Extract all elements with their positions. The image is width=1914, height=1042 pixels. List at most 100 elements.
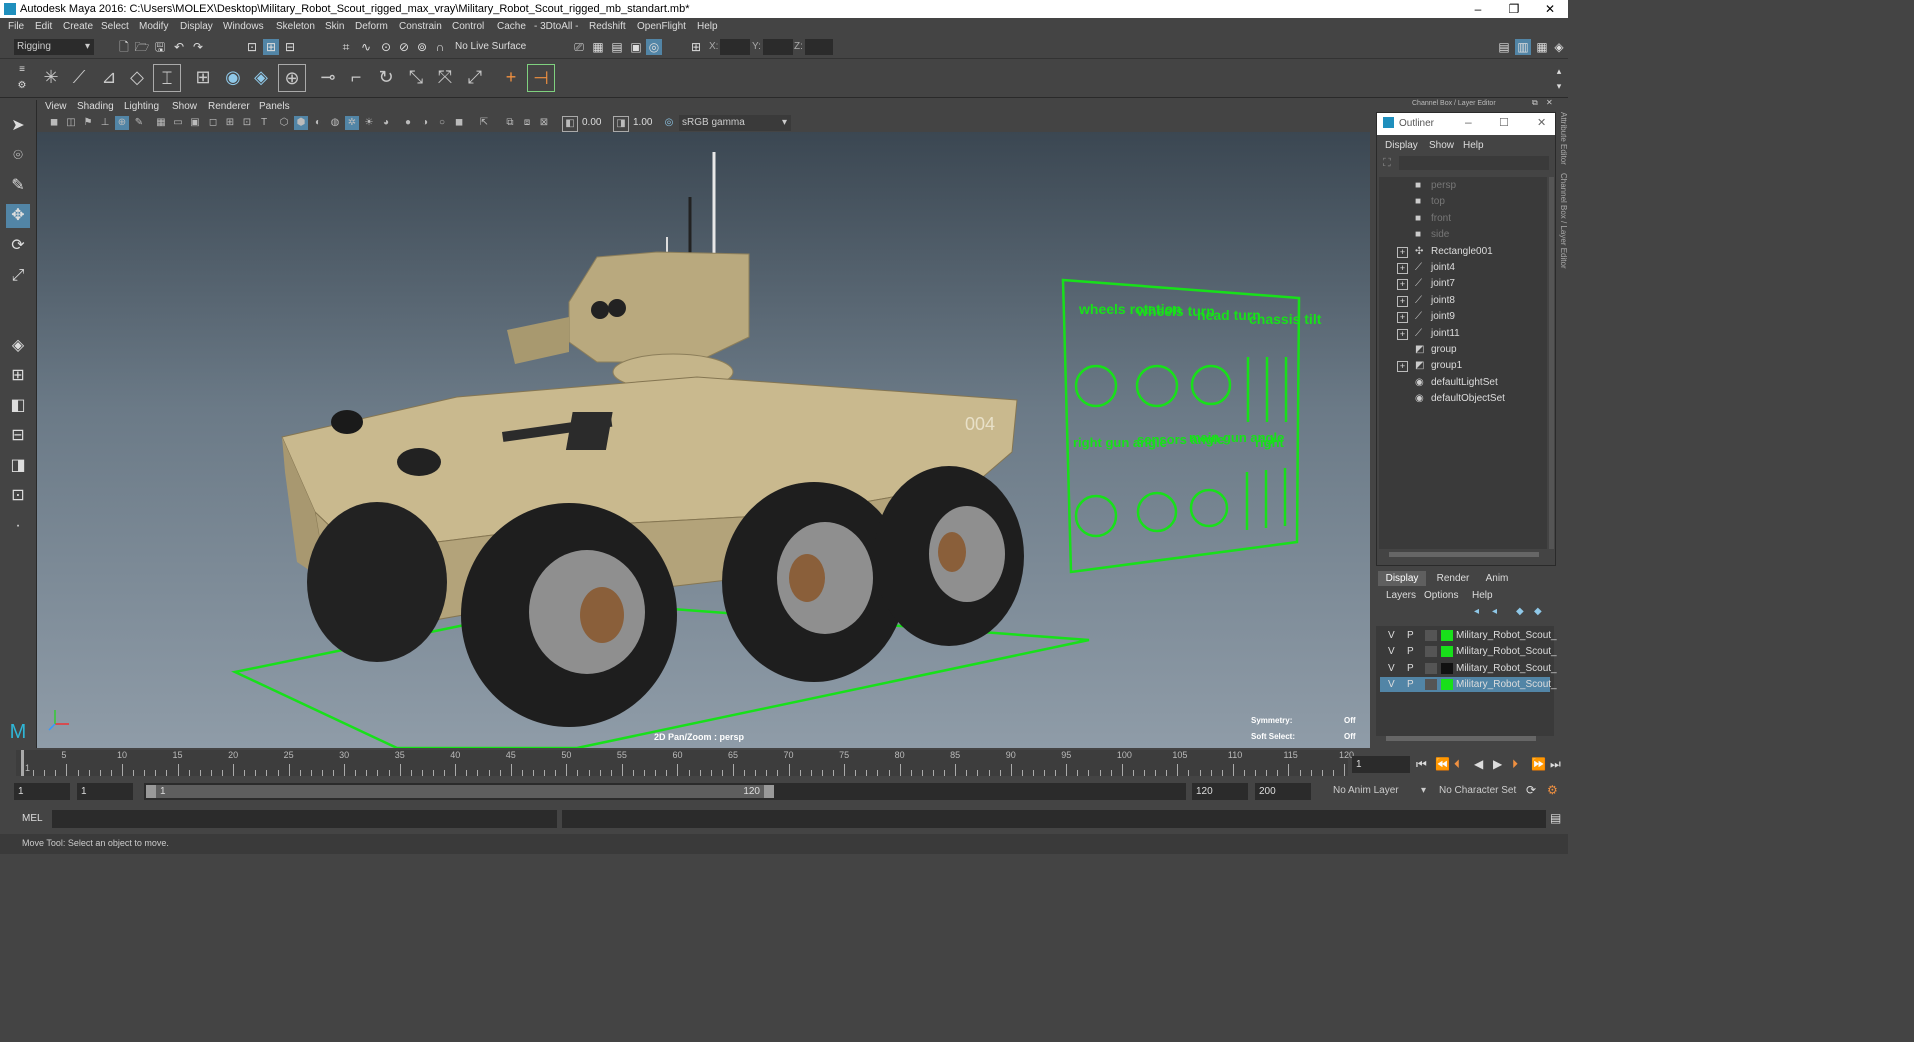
exposure-icon[interactable]: ◧ xyxy=(562,116,578,132)
outliner-item[interactable]: ■ top xyxy=(1379,194,1549,210)
persp-graph-layout-icon[interactable]: ⊟ xyxy=(6,424,30,448)
workspace-icon[interactable]: ▤ xyxy=(1496,39,1512,55)
outliner-maximize-button[interactable]: ☐ xyxy=(1499,116,1509,129)
cluster-icon[interactable]: ◉ xyxy=(220,64,246,90)
ik-handle-icon[interactable]: ⟋ xyxy=(66,64,92,90)
expand-icon[interactable]: + xyxy=(1397,312,1408,324)
animation-prefs-icon[interactable]: ⚙ xyxy=(1547,783,1558,797)
select-hierarchy-icon[interactable]: ⊡ xyxy=(244,39,260,55)
menu-skin[interactable]: Skin xyxy=(325,21,344,32)
redo-icon[interactable]: ↷ xyxy=(190,39,206,55)
character-set-dropdown[interactable]: No Character Set xyxy=(1436,783,1524,799)
layer-tab-display[interactable]: Display xyxy=(1378,571,1426,586)
camera-attributes-icon[interactable]: ◫ xyxy=(64,116,78,130)
menu-openflight[interactable]: OpenFlight xyxy=(637,21,686,32)
render-view-icon[interactable]: ▣ xyxy=(628,39,644,55)
layer-visibility-toggle[interactable]: V xyxy=(1388,661,1395,676)
shelf-menu-icon[interactable]: ≡ xyxy=(14,62,30,78)
layer-playback-toggle[interactable]: P xyxy=(1407,661,1414,676)
menu-help[interactable]: Help xyxy=(697,21,718,32)
outliner-item[interactable]: ■ front xyxy=(1379,211,1549,227)
outliner-item[interactable]: ◉ defaultObjectSet xyxy=(1379,391,1549,407)
ambient-occlusion-icon[interactable]: ◕ xyxy=(379,116,393,130)
parent-constraint-icon[interactable]: ⤧ xyxy=(432,64,458,90)
layer-row[interactable]: V P Military_Robot_Scout_ xyxy=(1380,661,1557,676)
layer-display-type-toggle[interactable] xyxy=(1425,630,1437,641)
current-frame-field[interactable]: 1 xyxy=(1352,756,1410,773)
xray-joints-icon[interactable]: ⧉ xyxy=(503,116,517,130)
menu-modify[interactable]: Modify xyxy=(139,21,168,32)
expand-icon[interactable]: + xyxy=(1397,263,1408,274)
joint-tool-icon[interactable]: ✳ xyxy=(38,64,64,90)
wire-icon[interactable]: ◈ xyxy=(248,64,274,90)
use-all-lights-icon[interactable]: ✲ xyxy=(345,116,359,130)
time-ruler[interactable]: 5 10 15 20 25 30 35 40 45 50 55 60 65 70 75 80 85 90 95 100… xyxy=(16,750,1354,776)
layer-tab-render[interactable]: Render xyxy=(1432,571,1474,586)
go-to-start-icon[interactable]: ⏮ xyxy=(1416,756,1427,773)
smooth-shade-icon[interactable]: ⬢ xyxy=(294,116,308,130)
menu-windows[interactable]: Windows xyxy=(223,21,264,32)
panel-menu-lighting[interactable]: Lighting xyxy=(124,101,159,112)
custom-layout-icon[interactable]: · xyxy=(6,514,30,538)
maximize-button[interactable]: ❐ xyxy=(1496,0,1532,18)
paint-select-icon[interactable]: ✎ xyxy=(6,174,30,198)
layer-tab-anim[interactable]: Anim xyxy=(1478,571,1516,586)
outliner-item[interactable]: ◉ defaultLightSet xyxy=(1379,375,1549,391)
point-constraint-icon[interactable]: ⊸ xyxy=(315,64,341,90)
persp-uv-layout-icon[interactable]: ⊡ xyxy=(6,484,30,508)
gamma-icon[interactable]: ◨ xyxy=(613,116,629,132)
scale-constraint-icon[interactable]: ⤡ xyxy=(403,64,429,90)
save-scene-icon[interactable]: 🖫 xyxy=(152,39,168,55)
menu-edit[interactable]: Edit xyxy=(35,21,52,32)
wireframe-icon[interactable]: ⬡ xyxy=(277,116,291,130)
layer-row[interactable]: V P Military_Robot_Scout_ xyxy=(1380,676,1557,692)
shadows-icon[interactable]: ☀ xyxy=(362,116,376,130)
textured-icon[interactable]: ◍ xyxy=(328,116,342,130)
step-back-frame-icon[interactable]: ⏴ xyxy=(1454,756,1460,773)
outliner-item[interactable]: + ⟋ joint4 xyxy=(1379,260,1549,276)
ik-spline-icon[interactable]: ⊿ xyxy=(96,64,122,90)
outliner-close-button[interactable]: ✕ xyxy=(1537,116,1546,129)
menu-create[interactable]: Create xyxy=(63,21,93,32)
new-scene-icon[interactable]: 🗋 xyxy=(116,39,132,55)
menu-select[interactable]: Select xyxy=(101,21,129,32)
outliner-item[interactable]: ■ persp xyxy=(1379,178,1549,194)
live-surface-label[interactable]: No Live Surface xyxy=(455,41,526,52)
hypershade-icon[interactable]: ◎ xyxy=(646,39,662,55)
layer-menu-help[interactable]: Help xyxy=(1472,590,1493,601)
layer-list[interactable]: V P Military_Robot_Scout_ V P Military_Robot_… xyxy=(1376,626,1557,736)
x-coordinate-field[interactable] xyxy=(720,39,750,55)
layer-playback-toggle[interactable]: P xyxy=(1407,628,1414,643)
view-transform-dropdown[interactable]: sRGB gamma ▾ xyxy=(679,115,791,131)
gamma-value[interactable]: 1.00 xyxy=(633,117,652,128)
layer-menu-layers[interactable]: Layers xyxy=(1386,590,1416,601)
isolate-icon[interactable]: ◼ xyxy=(452,116,466,130)
snap-surface-icon[interactable]: ⊚ xyxy=(414,39,430,55)
four-view-layout-icon[interactable]: ⊞ xyxy=(6,364,30,388)
play-forward-icon[interactable]: ▶ xyxy=(1493,756,1502,773)
undo-icon[interactable]: ↶ xyxy=(171,39,187,55)
bind-skin-icon[interactable]: ⌶ xyxy=(153,64,181,92)
outliner-menu-help[interactable]: Help xyxy=(1463,140,1484,151)
layer-display-type-toggle[interactable] xyxy=(1425,662,1437,674)
render-settings-icon[interactable]: ⎚ xyxy=(571,39,587,55)
playback-start-field[interactable]: 1 xyxy=(77,783,133,800)
range-start-handle[interactable] xyxy=(146,785,156,798)
open-scene-icon[interactable]: 🗁 xyxy=(134,39,150,55)
shelf-scroll-up-icon[interactable]: ▴ xyxy=(1551,63,1567,79)
layer-display-type-toggle[interactable] xyxy=(1425,678,1437,690)
outliner-list[interactable]: ■ persp ■ top ■ front ■ side + ✣ Rectangle001 + ⟋ joi… xyxy=(1379,177,1547,549)
transform-mode-icon[interactable]: ⊞ xyxy=(688,39,704,55)
locator-icon[interactable]: + xyxy=(498,64,524,90)
panel-menu-renderer[interactable]: Renderer xyxy=(208,101,250,112)
command-language-label[interactable]: MEL xyxy=(22,813,43,824)
menu-skeleton[interactable]: Skeleton xyxy=(276,21,315,32)
menu-set-dropdown[interactable]: Rigging ▾ xyxy=(14,39,94,55)
layer-visibility-toggle[interactable]: V xyxy=(1388,677,1395,692)
expand-icon[interactable]: + xyxy=(1397,279,1408,291)
outliner-item[interactable]: + ⟋ joint11 xyxy=(1379,326,1549,342)
aim-constraint-icon[interactable]: ⌐ xyxy=(343,64,369,90)
layer-scrollbar[interactable] xyxy=(1386,736,1536,741)
play-back-icon[interactable]: ◀ xyxy=(1474,756,1483,773)
attribute-editor-tab[interactable]: Attribute Editor xyxy=(1559,112,1568,165)
